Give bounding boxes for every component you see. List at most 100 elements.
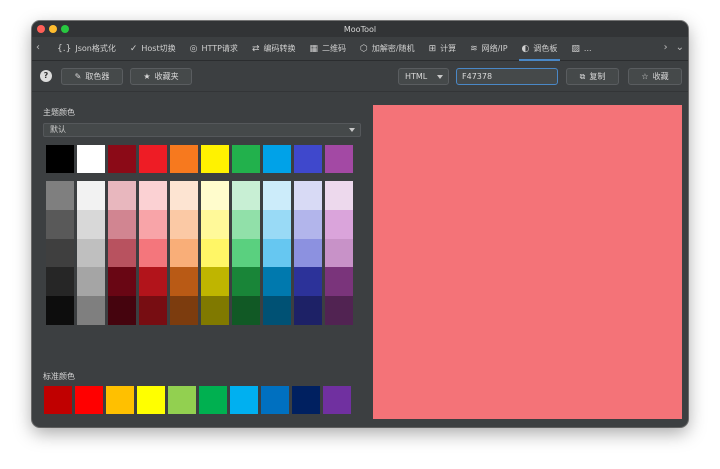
standard-color-swatch[interactable] — [137, 386, 165, 414]
standard-color-swatch[interactable] — [106, 386, 134, 414]
favorites-button[interactable]: ★ 收藏夹 — [130, 68, 192, 85]
shade-swatch[interactable] — [170, 267, 198, 297]
shade-swatch[interactable] — [201, 267, 229, 297]
tab-5[interactable]: ⬡ 加解密/随机 — [353, 37, 422, 61]
tab-8[interactable]: ◐ 调色板 — [515, 37, 565, 61]
shade-swatch[interactable] — [77, 238, 105, 268]
color-picker-button[interactable]: ✎ 取色器 — [61, 68, 123, 85]
shade-swatch[interactable] — [139, 296, 167, 325]
shade-swatch[interactable] — [108, 267, 136, 297]
top-swatch-row — [46, 145, 353, 173]
shade-swatch[interactable] — [77, 267, 105, 297]
shade-swatch[interactable] — [139, 267, 167, 297]
color-swatch[interactable] — [294, 145, 322, 173]
color-swatch[interactable] — [170, 145, 198, 173]
shade-swatch[interactable] — [232, 267, 260, 297]
shade-swatch[interactable] — [263, 296, 291, 325]
color-swatch[interactable] — [108, 145, 136, 173]
standard-color-swatch[interactable] — [230, 386, 258, 414]
shade-swatch[interactable] — [201, 238, 229, 268]
shade-swatch[interactable] — [325, 209, 353, 239]
shade-swatch[interactable] — [170, 238, 198, 268]
theme-select[interactable]: 默认 — [43, 123, 361, 137]
tab-6[interactable]: ⊞ 计算 — [422, 37, 464, 61]
shade-swatch[interactable] — [294, 238, 322, 268]
shade-swatch[interactable] — [77, 181, 105, 210]
shade-swatch[interactable] — [294, 209, 322, 239]
shade-swatch[interactable] — [232, 238, 260, 268]
tab-7[interactable]: ≋ 网络/IP — [463, 37, 514, 61]
close-window-button[interactable] — [37, 25, 45, 33]
shade-swatch[interactable] — [139, 181, 167, 210]
collect-button[interactable]: ☆ 收藏 — [628, 68, 682, 85]
shade-swatch[interactable] — [294, 181, 322, 210]
chevron-down-icon — [349, 128, 355, 132]
color-swatch[interactable] — [77, 145, 105, 173]
shade-swatch[interactable] — [139, 209, 167, 239]
tab-3[interactable]: ⇄ 编码转换 — [245, 37, 303, 61]
standard-color-swatch[interactable] — [323, 386, 351, 414]
theme-colors-heading: 主题颜色 — [43, 108, 75, 117]
standard-color-swatch[interactable] — [44, 386, 72, 414]
standard-color-swatch[interactable] — [199, 386, 227, 414]
tab-9[interactable]: ▨... — [564, 37, 598, 61]
shade-swatch[interactable] — [46, 209, 74, 239]
copy-button[interactable]: ⧉ 复制 — [566, 68, 619, 85]
shade-swatch[interactable] — [263, 238, 291, 268]
shade-swatch[interactable] — [263, 267, 291, 297]
standard-color-swatch[interactable] — [261, 386, 289, 414]
shade-column — [325, 181, 353, 325]
tab-0[interactable]: {.} Json格式化 — [50, 37, 123, 61]
shade-swatch[interactable] — [325, 181, 353, 210]
shade-swatch[interactable] — [108, 238, 136, 268]
tab-label: 加解密/随机 — [371, 44, 415, 53]
tab-scroll-left-icon[interactable]: ‹ — [36, 42, 40, 53]
color-swatch[interactable] — [325, 145, 353, 173]
shade-swatch[interactable] — [77, 209, 105, 239]
shade-swatch[interactable] — [294, 296, 322, 325]
shade-swatch[interactable] — [232, 209, 260, 239]
color-swatch[interactable] — [232, 145, 260, 173]
tab-1[interactable]: ✓ Host切换 — [123, 37, 183, 61]
shade-swatch[interactable] — [170, 181, 198, 210]
shade-swatch[interactable] — [325, 238, 353, 268]
shade-swatch[interactable] — [46, 267, 74, 297]
shade-swatch[interactable] — [170, 296, 198, 325]
shade-swatch[interactable] — [46, 238, 74, 268]
color-swatch[interactable] — [201, 145, 229, 173]
shade-swatch[interactable] — [201, 296, 229, 325]
tab-overflow-chevron-icon[interactable]: ⌄ — [676, 42, 684, 53]
color-swatch[interactable] — [139, 145, 167, 173]
shade-swatch[interactable] — [201, 181, 229, 210]
color-swatch[interactable] — [46, 145, 74, 173]
shade-swatch[interactable] — [263, 209, 291, 239]
shade-swatch[interactable] — [201, 209, 229, 239]
shade-swatch[interactable] — [46, 296, 74, 325]
tab-2[interactable]: ◎ HTTP请求 — [183, 37, 245, 61]
color-swatch[interactable] — [263, 145, 291, 173]
shade-swatch[interactable] — [108, 181, 136, 210]
shade-swatch[interactable] — [232, 181, 260, 210]
standard-color-swatch[interactable] — [75, 386, 103, 414]
shade-swatch[interactable] — [325, 296, 353, 325]
shade-swatch[interactable] — [263, 181, 291, 210]
shade-swatch[interactable] — [108, 209, 136, 239]
standard-color-swatch[interactable] — [168, 386, 196, 414]
shade-swatch[interactable] — [170, 209, 198, 239]
shade-swatch[interactable] — [108, 296, 136, 325]
standard-color-swatch[interactable] — [292, 386, 320, 414]
shade-swatch[interactable] — [294, 267, 322, 297]
shade-swatch[interactable] — [325, 267, 353, 297]
maximize-window-button[interactable] — [61, 25, 69, 33]
help-icon[interactable]: ? — [40, 70, 52, 82]
tab-scroll-right-icon[interactable]: › — [664, 42, 668, 53]
hex-color-input[interactable]: F47378 — [456, 68, 558, 85]
format-select[interactable]: HTML — [398, 68, 449, 85]
shade-swatch[interactable] — [46, 181, 74, 210]
minimize-window-button[interactable] — [49, 25, 57, 33]
shade-swatch[interactable] — [139, 238, 167, 268]
tab-icon: ⊞ — [428, 43, 437, 54]
tab-4[interactable]: ▦ 二维码 — [302, 37, 353, 61]
shade-swatch[interactable] — [232, 296, 260, 325]
shade-swatch[interactable] — [77, 296, 105, 325]
